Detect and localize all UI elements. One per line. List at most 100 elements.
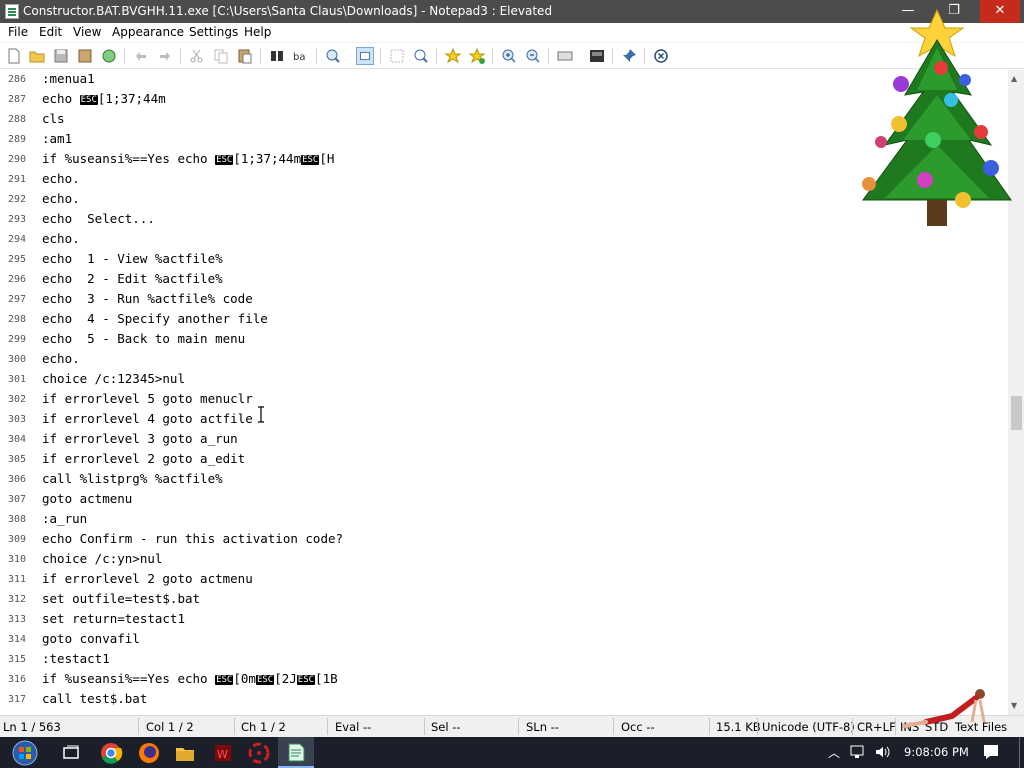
taskbar-clock[interactable]: 9:08:06 PM — [904, 745, 969, 759]
menu-settings[interactable]: Settings — [189, 25, 238, 39]
code-line[interactable]: echo 4 - Specify another file — [42, 311, 268, 326]
replace-icon[interactable]: ba — [292, 47, 310, 65]
pin-icon[interactable] — [620, 47, 638, 65]
code-line[interactable]: if %useansi%==Yes echo ESC[0mESC[2JESC[1… — [42, 671, 338, 686]
code-line[interactable]: call %listprg% %actfile% — [42, 471, 223, 486]
select-all-icon[interactable] — [388, 47, 406, 65]
code-line[interactable]: set return=testact1 — [42, 611, 185, 626]
code-line[interactable]: echo ESC[1;37;44m — [42, 91, 166, 106]
code-line[interactable]: echo 2 - Edit %actfile% — [42, 271, 223, 286]
close-icon[interactable] — [652, 47, 670, 65]
code-line[interactable]: if errorlevel 2 goto a_edit — [42, 451, 245, 466]
show-desktop-button[interactable] — [1019, 737, 1020, 768]
notepad3-taskbar-button[interactable] — [278, 737, 314, 768]
code-line[interactable]: :testact1 — [42, 651, 110, 666]
schema-icon[interactable] — [556, 47, 574, 65]
line-number: 287 — [7, 94, 26, 105]
start-icon[interactable] — [12, 740, 38, 766]
code-text: goto convafil — [42, 631, 140, 646]
code-line[interactable]: cls — [42, 111, 65, 126]
code-text: echo. — [42, 231, 80, 246]
code-line[interactable]: goto convafil — [42, 631, 140, 646]
code-line[interactable]: :a_run — [42, 511, 87, 526]
network-icon[interactable] — [850, 744, 868, 760]
line-number: 292 — [7, 194, 26, 205]
svg-text:W: W — [217, 748, 228, 761]
code-line[interactable]: echo. — [42, 191, 80, 206]
notepad3-icon — [288, 743, 305, 762]
menu-file[interactable]: File — [8, 25, 28, 39]
biohazard-icon[interactable] — [246, 740, 272, 766]
toolbar-separator — [548, 48, 549, 64]
line-number: 313 — [7, 614, 26, 625]
toolbar-separator — [316, 48, 317, 64]
code-line[interactable]: if %useansi%==Yes echo ESC[1;37;44mESC[H — [42, 151, 334, 166]
status-separator — [852, 718, 853, 735]
code-line[interactable]: echo. — [42, 231, 80, 246]
copy-icon[interactable] — [212, 47, 230, 65]
save-as-icon[interactable] — [76, 47, 94, 65]
code-line[interactable]: echo. — [42, 171, 80, 186]
code-line[interactable]: if errorlevel 3 goto a_run — [42, 431, 238, 446]
add-favorite-icon[interactable] — [468, 47, 486, 65]
scroll-down-icon[interactable]: ▼ — [1011, 701, 1017, 710]
line-number: 305 — [7, 454, 26, 465]
undo-icon[interactable] — [132, 47, 150, 65]
code-line[interactable]: choice /c:yn>nul — [42, 551, 162, 566]
zoom-in-icon[interactable] — [500, 47, 518, 65]
menu-view[interactable]: View — [73, 25, 101, 39]
code-line[interactable]: echo Select... — [42, 211, 155, 226]
status-encoding[interactable]: Unicode (UTF-8) — [762, 720, 855, 734]
code-line[interactable]: if errorlevel 4 goto actfile — [42, 411, 253, 426]
action-center-icon[interactable] — [982, 743, 1000, 761]
code-text: [H — [319, 151, 335, 166]
redo-icon[interactable] — [156, 47, 174, 65]
zoom-out-icon[interactable] — [524, 47, 542, 65]
chrome-icon[interactable] — [98, 740, 124, 766]
save-icon[interactable] — [52, 47, 70, 65]
file-explorer-icon[interactable] — [172, 740, 198, 766]
code-line[interactable]: echo 5 - Back to main menu — [42, 331, 245, 346]
code-text: cls — [42, 111, 65, 126]
menu-help[interactable]: Help — [244, 25, 271, 39]
code-text: goto actmenu — [42, 491, 133, 506]
status-eol[interactable]: CR+LF — [857, 720, 896, 734]
code-line[interactable]: echo. — [42, 351, 80, 366]
menu-appearance[interactable]: Appearance — [112, 25, 184, 39]
browse-icon[interactable] — [100, 47, 118, 65]
code-line[interactable]: :am1 — [42, 131, 72, 146]
tray-chevron-icon[interactable]: ︿ — [828, 744, 840, 761]
cut-icon[interactable] — [188, 47, 206, 65]
code-line[interactable]: echo 3 - Run %actfile% code — [42, 291, 253, 306]
code-text: choice /c:12345>nul — [42, 371, 185, 386]
open-file-icon[interactable] — [28, 47, 46, 65]
code-line[interactable]: if errorlevel 5 goto menuclr — [42, 391, 253, 406]
firefox-icon[interactable] — [136, 740, 162, 766]
code-line[interactable]: if errorlevel 2 goto actmenu — [42, 571, 253, 586]
paste-icon[interactable] — [236, 47, 254, 65]
word-wrap-icon[interactable] — [356, 47, 374, 65]
menu-edit[interactable]: Edit — [39, 25, 62, 39]
find-next-icon[interactable] — [412, 47, 430, 65]
code-line[interactable]: call test$.bat — [42, 691, 147, 706]
favorite-icon[interactable] — [444, 47, 462, 65]
code-line[interactable]: goto actmenu — [42, 491, 132, 506]
find-icon[interactable] — [268, 47, 286, 65]
code-line[interactable]: :menua1 — [42, 71, 95, 86]
code-text: if %useansi%==Yes echo — [42, 151, 216, 166]
code-line[interactable]: choice /c:12345>nul — [42, 371, 185, 386]
task-view-icon[interactable] — [58, 740, 84, 766]
esc-control-char: ESC — [296, 675, 316, 685]
code-text: :testact1 — [42, 651, 110, 666]
new-file-icon[interactable] — [5, 47, 23, 65]
code-line[interactable]: echo Confirm - run this activation code? — [42, 531, 343, 546]
status-file-size: 15.1 KB — [716, 720, 761, 734]
status-separator — [709, 718, 710, 735]
code-line[interactable]: echo 1 - View %actfile% — [42, 251, 223, 266]
customize-icon[interactable] — [588, 47, 606, 65]
scroll-thumb[interactable] — [1011, 396, 1022, 430]
volume-icon[interactable] — [874, 744, 892, 760]
app-red-icon[interactable]: W — [210, 740, 236, 766]
zoom-find-icon[interactable] — [324, 47, 342, 65]
code-line[interactable]: set outfile=test$.bat — [42, 591, 200, 606]
